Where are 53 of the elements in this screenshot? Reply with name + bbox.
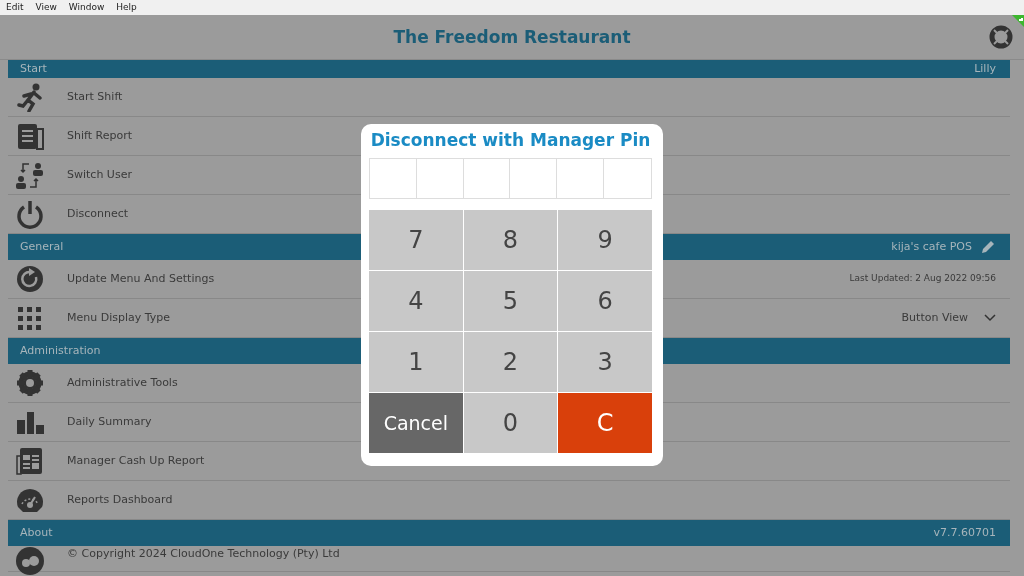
section-value: v7.7.60701 xyxy=(933,524,996,541)
menu-item[interactable]: Help xyxy=(116,0,137,15)
menu-row[interactable]: Start Shift xyxy=(8,78,1010,117)
digit-key[interactable]: 7 xyxy=(369,210,463,271)
row-label: © Copyright 2024 CloudOne Technology (Pty) Ltd xyxy=(67,546,340,562)
pin-field[interactable] xyxy=(369,158,652,200)
section-title: About xyxy=(20,524,53,541)
chevron-down-icon xyxy=(984,314,996,322)
section-value: kija's cafe POS xyxy=(891,238,972,255)
digit-key[interactable]: 3 xyxy=(558,332,652,393)
switch-users-icon xyxy=(15,160,45,190)
section-title: General xyxy=(20,238,64,255)
menu-row[interactable]: © Copyright 2024 CloudOne Technology (Pty) Ltd xyxy=(8,546,1010,572)
digit-key[interactable]: 5 xyxy=(463,271,558,332)
row-label: Administrative Tools xyxy=(67,374,178,391)
digit-key[interactable]: 9 xyxy=(558,210,652,271)
cloud-logo-icon xyxy=(15,546,45,576)
digit-key[interactable]: 2 xyxy=(463,332,558,393)
row-label: Update Menu And Settings xyxy=(67,270,215,287)
row-label: Manager Cash Up Report xyxy=(67,452,205,469)
signal-corner-icon xyxy=(1012,15,1024,27)
refresh-icon xyxy=(15,264,45,294)
clear-button[interactable]: C xyxy=(558,393,652,454)
section-title: Start xyxy=(20,60,47,77)
dialog-title: Disconnect with Manager Pin xyxy=(369,130,652,151)
digit-key[interactable]: 1 xyxy=(369,332,463,393)
row-label: Start Shift xyxy=(67,88,123,105)
receipt-icon xyxy=(15,446,45,476)
edit-icon[interactable] xyxy=(980,239,996,255)
digit-key[interactable]: 4 xyxy=(369,271,463,332)
row-label: Reports Dashboard xyxy=(67,491,173,508)
section-title: Administration xyxy=(20,342,101,359)
digit-key[interactable]: 8 xyxy=(463,210,558,271)
section-value: Lilly xyxy=(974,60,996,77)
cancel-button[interactable]: Cancel xyxy=(369,393,463,454)
lifebuoy-icon[interactable] xyxy=(989,25,1013,49)
digit-key[interactable]: 6 xyxy=(558,271,652,332)
row-label: Daily Summary xyxy=(67,413,152,430)
row-label: Menu Display Type xyxy=(67,309,170,326)
last-updated-text: Last Updated: 2 Aug 2022 09:56 xyxy=(849,272,996,286)
row-label: Disconnect xyxy=(67,205,129,222)
running-person-icon xyxy=(15,82,45,112)
display-type-dropdown[interactable]: Button View xyxy=(901,309,996,327)
row-label: Shift Report xyxy=(67,127,132,144)
menu-item[interactable]: Window xyxy=(68,0,105,15)
menu-item[interactable]: View xyxy=(35,0,57,15)
digit-key[interactable]: 0 xyxy=(463,393,558,454)
document-icon xyxy=(15,121,45,151)
power-icon xyxy=(15,199,45,229)
menu-item[interactable]: Edit xyxy=(6,0,24,15)
gear-icon xyxy=(15,368,45,398)
row-label: Switch User xyxy=(67,166,132,183)
app-title: The Freedom Restaurant xyxy=(393,26,631,48)
